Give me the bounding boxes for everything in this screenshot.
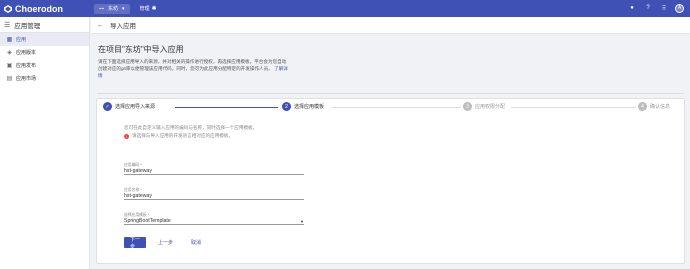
sidebar-item-market[interactable]: ▤ 应用市场: [0, 72, 89, 85]
description-text: 请在下面选择应用导入的来源，并对相关的操作进行授权，再选择应用模板，平台会为您自…: [98, 59, 287, 71]
step-label: 确认信息: [650, 104, 671, 110]
next-button[interactable]: 下一步: [124, 237, 146, 250]
field-value: hst-gateway: [124, 168, 152, 174]
menu-icon[interactable]: ☰: [4, 21, 10, 29]
step-2: 2 选择应用模板: [282, 102, 324, 111]
gear-icon: ✱: [151, 6, 157, 12]
warning-icon: !: [124, 133, 129, 139]
chevron-down-icon: ▾: [122, 5, 125, 12]
sidebar-item-label: 应用发布: [16, 63, 37, 69]
notification-icon[interactable]: ●: [627, 3, 637, 13]
step-label: 应用权限分配: [475, 104, 506, 110]
step-1: ✓ 选择应用导入来源: [103, 102, 155, 111]
warning-text: 请选择与导入应用的开发语言相对应的应用模板。: [132, 133, 234, 138]
sidebar-item-version[interactable]: ◈ 应用版本: [0, 46, 89, 59]
step-3: 3 应用权限分配: [463, 102, 505, 111]
stepper: ✓ 选择应用导入来源 2 选择应用模板 3 应用权限分配 4 确认信息: [97, 99, 686, 115]
market-icon: ▤: [6, 76, 13, 82]
main-content: ← 导入应用 在项目"东坊"中导入应用 请在下面选择应用导入的来源，并对相关的操…: [91, 17, 690, 269]
grid-icon: ▦: [6, 37, 13, 43]
field-value: hst-gateway: [124, 193, 152, 199]
step-connector: [175, 106, 278, 108]
prev-button[interactable]: 上一步: [152, 237, 179, 248]
step-4: 4 确认信息: [638, 102, 670, 111]
choerodon-logo-icon: [4, 4, 12, 13]
app-code-field[interactable]: 应用编码 * hst-gateway: [124, 163, 304, 175]
project-icon: ⊶: [99, 5, 104, 12]
form-actions: 下一步 上一步 取消: [124, 237, 207, 250]
step-connector: [331, 106, 461, 108]
step-number: 2: [282, 102, 291, 111]
sidebar-item-app[interactable]: ▦ 应用: [0, 33, 89, 46]
dropdown-arrow-icon: ▼: [300, 218, 304, 224]
sidebar: ☰ 应用管理 ▦ 应用 ◈ 应用版本 ▣ 应用发布 ▤ 应用市场: [0, 17, 90, 269]
app-name-input[interactable]: hst-gateway: [124, 193, 304, 200]
sidebar-header: ☰ 应用管理: [0, 17, 89, 33]
manage-menu[interactable]: 管理 ✱: [140, 5, 157, 12]
avatar[interactable]: A: [675, 3, 684, 13]
import-card: ✓ 选择应用导入来源 2 选择应用模板 3 应用权限分配 4 确认信息 您可在此…: [96, 98, 685, 264]
version-icon: ◈: [7, 50, 12, 56]
page-header: ← 导入应用: [91, 17, 690, 34]
step-number: 4: [638, 102, 647, 111]
page-description: 请在下面选择应用导入的来源，并对相关的操作进行授权，再选择应用模板，平台会为您自…: [98, 59, 288, 79]
form-warning: ! 请选择与导入应用的开发语言相对应的应用模板。: [124, 133, 233, 139]
page-title: 在项目"东坊"中导入应用: [98, 45, 184, 54]
sidebar-title: 应用管理: [14, 22, 41, 30]
publish-icon: ▣: [6, 63, 13, 69]
cancel-button[interactable]: 取消: [185, 237, 207, 248]
template-select-field[interactable]: 选择应用模板 * SpringBootTemplate ▼: [124, 213, 304, 225]
sidebar-item-label: 应用: [16, 37, 27, 43]
project-name: 东坊: [108, 6, 119, 12]
help-icon[interactable]: ?: [643, 3, 653, 13]
manage-label: 管理: [139, 6, 150, 12]
brand[interactable]: Choerodon: [0, 0, 90, 17]
step-label: 选择应用模板: [294, 104, 325, 110]
step-connector: [511, 106, 636, 108]
divider: [97, 93, 684, 94]
app-name-field[interactable]: 应用名称 * hst-gateway: [124, 188, 304, 200]
page-header-title: 导入应用: [110, 23, 136, 30]
brand-name: Choerodon: [15, 3, 63, 14]
step-label: 选择应用导入来源: [115, 104, 156, 110]
top-bar: Choerodon ⊶ 东坊 ▾ 管理 ✱ ● ? ⠿ A: [0, 0, 690, 17]
sidebar-item-publish[interactable]: ▣ 应用发布: [0, 59, 89, 72]
project-selector[interactable]: ⊶ 东坊 ▾: [94, 3, 130, 14]
sidebar-item-label: 应用市场: [16, 76, 37, 82]
apps-grid-icon[interactable]: ⠿: [659, 3, 669, 13]
template-select[interactable]: SpringBootTemplate ▼: [124, 218, 304, 225]
step-number: 3: [463, 102, 472, 111]
field-value: SpringBootTemplate: [124, 218, 171, 224]
sidebar-item-label: 应用版本: [16, 50, 37, 56]
back-arrow-icon[interactable]: ←: [97, 22, 104, 29]
check-icon: ✓: [103, 102, 112, 111]
form-hint: 您可在此自定义输入应用的编码与名称，同时选择一个应用模板。: [124, 125, 258, 130]
top-right-actions: ● ? ⠿ A: [627, 3, 684, 13]
app-code-input[interactable]: hst-gateway: [124, 168, 304, 175]
